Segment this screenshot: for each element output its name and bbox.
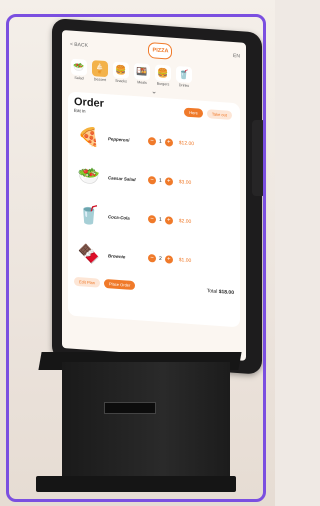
highlight-frame [6, 14, 266, 502]
kiosk-scene: < BACK PIZZA EN 🥗 Salad 🍦 Dessert 🍔 Snac… [0, 0, 275, 506]
